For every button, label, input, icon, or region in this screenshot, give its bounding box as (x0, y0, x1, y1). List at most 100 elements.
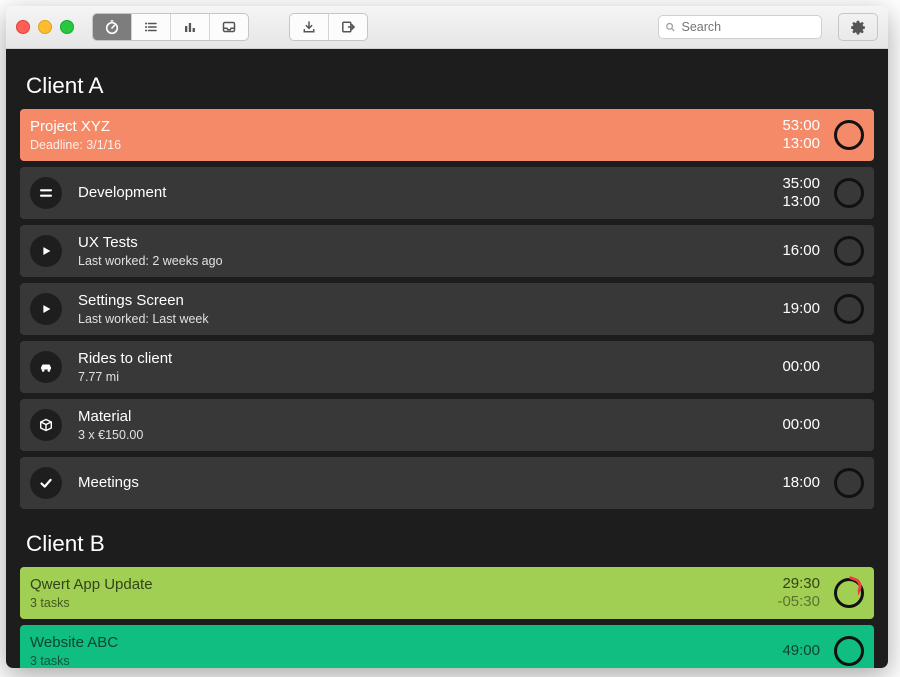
row-subtitle: 3 tasks (30, 654, 118, 669)
row-times: 00:00 (782, 358, 820, 376)
start-timer-button[interactable] (834, 468, 864, 498)
export-button[interactable] (329, 14, 367, 40)
settings-screen-row[interactable]: Settings Screen Last worked: Last week 1… (20, 283, 874, 335)
app-window: Client A Project XYZ Deadline: 3/1/16 53… (6, 6, 888, 668)
row-times: 35:00 13:00 (782, 175, 820, 211)
row-icon (30, 177, 62, 209)
row-time-primary: 16:00 (782, 242, 820, 260)
io-segmented (289, 13, 368, 41)
row-labels: Qwert App Update 3 tasks (30, 576, 153, 611)
row-subtitle: 7.77 mi (78, 370, 172, 385)
row-labels: Rides to client 7.77 mi (78, 350, 172, 385)
row-title: Meetings (78, 474, 139, 492)
row-labels: Meetings (78, 474, 139, 492)
row-time-primary: 53:00 (782, 117, 820, 135)
development-row[interactable]: Development 35:00 13:00 (20, 167, 874, 219)
view-mode-segmented (92, 13, 249, 41)
row-times: 53:00 13:00 (782, 117, 820, 153)
play-icon (39, 302, 53, 316)
car-icon (38, 359, 54, 375)
view-list-tab[interactable] (132, 14, 171, 40)
row-times: 19:00 (782, 300, 820, 318)
start-timer-button[interactable] (834, 236, 864, 266)
check-icon (38, 475, 54, 491)
row-times: 00:00 (782, 416, 820, 434)
search-input[interactable] (680, 19, 815, 35)
qwert-row[interactable]: Qwert App Update 3 tasks 29:30 -05:30 (20, 567, 874, 619)
start-timer-button[interactable] (834, 178, 864, 208)
row-times: 29:30 -05:30 (777, 575, 820, 611)
row-title: Website ABC (30, 634, 118, 652)
search-icon (665, 21, 676, 33)
list-icon (143, 19, 159, 35)
row-labels: UX Tests Last worked: 2 weeks ago (78, 234, 223, 269)
row-title: Project XYZ (30, 118, 121, 136)
play-icon (39, 244, 53, 258)
inbox-icon (221, 19, 237, 35)
row-title: Development (78, 184, 166, 202)
row-times: 18:00 (782, 474, 820, 492)
row-subtitle: Last worked: 2 weeks ago (78, 254, 223, 269)
minimize-window-button[interactable] (38, 20, 52, 34)
download-icon (301, 19, 317, 35)
row-icon (30, 351, 62, 383)
row-title: Qwert App Update (30, 576, 153, 594)
section-header-client-a: Client A (26, 73, 868, 99)
row-labels: Development (78, 184, 166, 202)
ux-tests-row[interactable]: UX Tests Last worked: 2 weeks ago 16:00 (20, 225, 874, 277)
row-title: Material (78, 408, 143, 426)
row-labels: Website ABC 3 tasks (30, 634, 118, 669)
row-time-primary: 00:00 (782, 416, 820, 434)
row-subtitle: Last worked: Last week (78, 312, 209, 327)
meetings-row[interactable]: Meetings 18:00 (20, 457, 874, 509)
gear-icon (850, 19, 866, 35)
row-title: Settings Screen (78, 292, 209, 310)
row-icon (30, 293, 62, 325)
section-header-client-b: Client B (26, 531, 868, 557)
view-reports-tab[interactable] (171, 14, 210, 40)
material-row[interactable]: Material 3 x €150.00 00:00 (20, 399, 874, 451)
settings-button[interactable] (838, 13, 878, 41)
bar-chart-icon (182, 19, 198, 35)
row-times: 16:00 (782, 242, 820, 260)
website-row[interactable]: Website ABC 3 tasks 49:00 (20, 625, 874, 668)
close-window-button[interactable] (16, 20, 30, 34)
row-time-primary: 49:00 (782, 642, 820, 660)
row-time-secondary: 13:00 (782, 193, 820, 211)
content-area: Client A Project XYZ Deadline: 3/1/16 53… (6, 49, 888, 668)
start-timer-button[interactable] (834, 636, 864, 666)
row-icon (30, 409, 62, 441)
rides-row[interactable]: Rides to client 7.77 mi 00:00 (20, 341, 874, 393)
window-controls (16, 20, 74, 34)
row-time-primary: 18:00 (782, 474, 820, 492)
row-subtitle: 3 tasks (30, 596, 153, 611)
row-time-secondary: -05:30 (777, 593, 820, 611)
row-subtitle: 3 x €150.00 (78, 428, 143, 443)
view-inbox-tab[interactable] (210, 14, 248, 40)
row-time-secondary: 13:00 (782, 135, 820, 153)
row-labels: Material 3 x €150.00 (78, 408, 143, 443)
project-xyz-row[interactable]: Project XYZ Deadline: 3/1/16 53:00 13:00 (20, 109, 874, 161)
row-title: UX Tests (78, 234, 223, 252)
titlebar (6, 6, 888, 49)
row-time-primary: 00:00 (782, 358, 820, 376)
import-button[interactable] (290, 14, 329, 40)
row-times: 49:00 (782, 642, 820, 660)
view-tracking-tab[interactable] (93, 14, 132, 40)
row-title: Rides to client (78, 350, 172, 368)
row-labels: Settings Screen Last worked: Last week (78, 292, 209, 327)
row-icon (30, 235, 62, 267)
row-time-primary: 29:30 (782, 575, 820, 593)
row-time-primary: 35:00 (782, 175, 820, 193)
search-field[interactable] (658, 15, 822, 39)
zoom-window-button[interactable] (60, 20, 74, 34)
row-labels: Project XYZ Deadline: 3/1/16 (30, 118, 121, 153)
start-timer-button[interactable] (834, 120, 864, 150)
start-timer-button[interactable] (834, 578, 864, 608)
row-time-primary: 19:00 (782, 300, 820, 318)
export-icon (340, 19, 356, 35)
start-timer-button[interactable] (834, 294, 864, 324)
row-subtitle: Deadline: 3/1/16 (30, 138, 121, 153)
box-icon (38, 417, 54, 433)
row-icon (30, 467, 62, 499)
